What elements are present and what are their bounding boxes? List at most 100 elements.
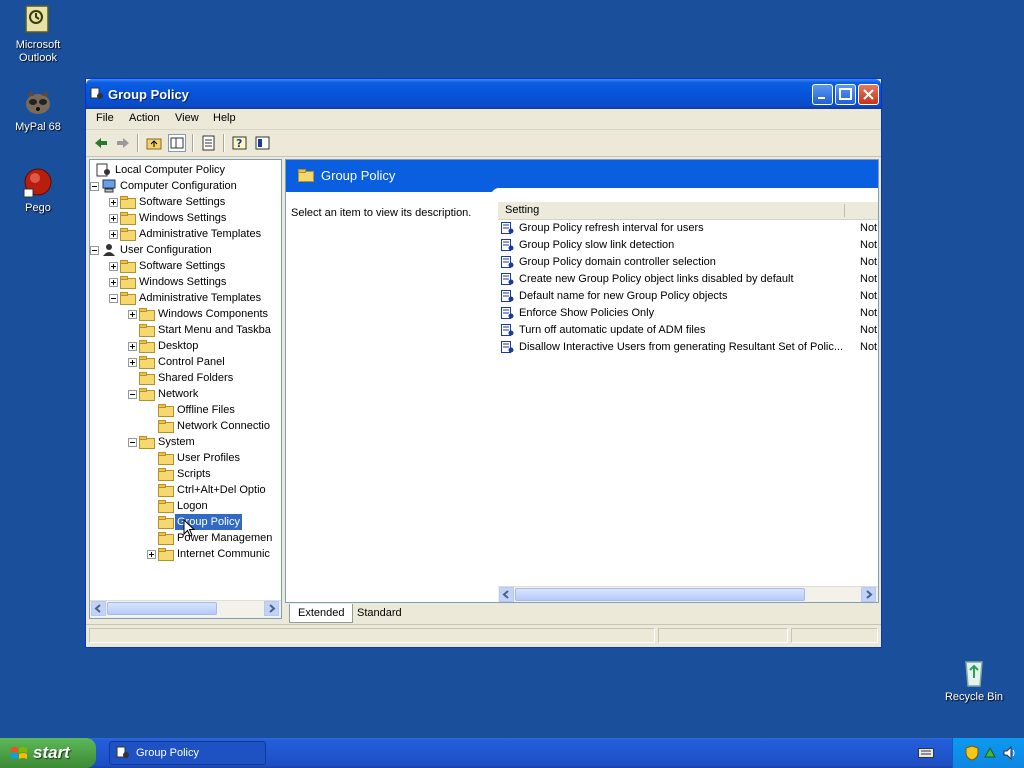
back-button[interactable] xyxy=(92,134,110,152)
tree-item[interactable]: System xyxy=(90,434,281,450)
expand-icon[interactable] xyxy=(109,198,118,207)
policy-setting-row[interactable]: Group Policy slow link detection Not xyxy=(498,237,878,254)
tree-item[interactable]: Offline Files xyxy=(90,402,281,418)
help-button[interactable]: ? xyxy=(231,134,249,152)
folder-icon xyxy=(139,355,155,369)
tab-extended[interactable]: Extended xyxy=(289,604,354,623)
collapse-icon[interactable] xyxy=(109,294,118,303)
column-setting[interactable]: Setting xyxy=(505,204,539,216)
forward-button[interactable] xyxy=(114,134,132,152)
tree-item[interactable]: Windows Settings xyxy=(90,210,281,226)
tree-item-label: Windows Settings xyxy=(139,212,227,224)
expand-icon[interactable] xyxy=(128,358,137,367)
menu-view[interactable]: View xyxy=(175,112,199,124)
tree-item-label: Desktop xyxy=(158,340,199,352)
desktop-icon-outlook[interactable]: Microsoft Outlook xyxy=(0,4,76,65)
tree-item[interactable]: Desktop xyxy=(90,338,281,354)
scroll-left-button[interactable] xyxy=(499,587,514,602)
policy-setting-row[interactable]: Create new Group Policy object links dis… xyxy=(498,271,878,288)
tree-item-label: User Profiles xyxy=(177,452,240,464)
tree-item[interactable]: User Profiles xyxy=(90,450,281,466)
policy-setting-icon xyxy=(501,239,514,252)
minimize-button[interactable] xyxy=(812,84,833,105)
tree-item[interactable]: Logon xyxy=(90,498,281,514)
properties-button[interactable] xyxy=(254,134,272,152)
user-icon xyxy=(101,243,117,257)
tree-item[interactable]: Internet Communic xyxy=(90,546,281,562)
scroll-right-button[interactable] xyxy=(861,587,876,602)
column-divider[interactable] xyxy=(844,204,845,217)
expand-icon[interactable] xyxy=(147,550,156,559)
close-button[interactable] xyxy=(858,84,879,105)
tree-item[interactable]: Ctrl+Alt+Del Optio xyxy=(90,482,281,498)
title-bar[interactable]: Group Policy xyxy=(86,79,881,109)
close-icon xyxy=(863,89,874,100)
collapse-icon[interactable] xyxy=(128,438,137,447)
policy-setting-row[interactable]: Group Policy refresh interval for users N… xyxy=(498,220,878,237)
tree-item[interactable]: Computer Configuration xyxy=(90,178,281,194)
policy-setting-row[interactable]: Default name for new Group Policy object… xyxy=(498,288,878,305)
keyboard-icon[interactable] xyxy=(918,747,934,759)
taskbar-button-group-policy[interactable]: Group Policy xyxy=(109,741,266,765)
menu-action[interactable]: Action xyxy=(129,112,160,124)
tree-pane[interactable]: Local Computer Policy Computer Configurat… xyxy=(89,159,282,619)
policy-setting-icon xyxy=(501,307,514,320)
menu-help[interactable]: Help xyxy=(213,112,236,124)
tree-item-label: Administrative Templates xyxy=(139,292,262,304)
policy-setting-row[interactable]: Enforce Show Policies Only Not xyxy=(498,305,878,322)
folder-icon xyxy=(120,227,136,241)
volume-icon[interactable] xyxy=(1002,745,1016,761)
tree-item[interactable]: Control Panel xyxy=(90,354,281,370)
tree-item[interactable]: Start Menu and Taskba xyxy=(90,322,281,338)
desktop-icon-pego[interactable]: Pego xyxy=(0,167,76,215)
tree-item[interactable]: Software Settings xyxy=(90,194,281,210)
tree-item[interactable]: Software Settings xyxy=(90,258,281,274)
tree-item-label: Windows Components xyxy=(158,308,269,320)
collapse-icon[interactable] xyxy=(128,390,137,399)
recycle-bin-icon xyxy=(958,656,990,688)
folder-icon xyxy=(158,515,174,529)
tab-standard[interactable]: Standard xyxy=(349,604,410,622)
computer-policy-icon xyxy=(96,163,112,177)
tree-item[interactable]: Network xyxy=(90,386,281,402)
tree-item[interactable]: Windows Settings xyxy=(90,274,281,290)
policy-setting-row[interactable]: Turn off automatic update of ADM files No… xyxy=(498,322,878,339)
tree-horizontal-scrollbar[interactable] xyxy=(90,600,281,618)
network-icon[interactable] xyxy=(983,745,997,761)
expand-icon[interactable] xyxy=(128,342,137,351)
tree-item[interactable]: Shared Folders xyxy=(90,370,281,386)
start-button[interactable]: start xyxy=(0,738,96,768)
expand-icon[interactable] xyxy=(109,230,118,239)
tree-item[interactable]: Administrative Templates xyxy=(90,226,281,242)
security-shield-icon[interactable] xyxy=(965,745,979,761)
help-icon: ? xyxy=(232,136,247,150)
expand-icon[interactable] xyxy=(109,278,118,287)
desktop-icon-recycle-bin[interactable]: Recycle Bin xyxy=(936,656,1012,704)
show-hide-tree-button[interactable] xyxy=(168,134,186,152)
tree-item[interactable]: Network Connectio xyxy=(90,418,281,434)
collapse-icon[interactable] xyxy=(90,246,99,255)
expand-icon[interactable] xyxy=(128,310,137,319)
tree-item[interactable]: Scripts xyxy=(90,466,281,482)
maximize-button[interactable] xyxy=(835,84,856,105)
expand-icon[interactable] xyxy=(109,262,118,271)
details-horizontal-scrollbar[interactable] xyxy=(498,586,878,602)
expand-icon[interactable] xyxy=(109,214,118,223)
menu-file[interactable]: File xyxy=(96,112,114,124)
tree-item[interactable]: Local Computer Policy xyxy=(90,162,281,178)
taskbar: start Group Policy xyxy=(0,738,1024,768)
scroll-right-button[interactable] xyxy=(264,601,279,616)
tree-item[interactable]: Administrative Templates xyxy=(90,290,281,306)
export-list-button[interactable] xyxy=(200,134,218,152)
scroll-thumb[interactable] xyxy=(515,588,805,601)
scroll-left-button[interactable] xyxy=(91,601,106,616)
tree-item[interactable]: Windows Components xyxy=(90,306,281,322)
collapse-icon[interactable] xyxy=(90,182,99,191)
up-one-level-button[interactable] xyxy=(145,134,163,152)
scroll-thumb[interactable] xyxy=(107,602,217,615)
policy-setting-row[interactable]: Disallow Interactive Users from generati… xyxy=(498,339,878,356)
chevron-left-icon xyxy=(94,604,101,613)
tree-item[interactable]: User Configuration xyxy=(90,242,281,258)
policy-setting-row[interactable]: Group Policy domain controller selection… xyxy=(498,254,878,271)
desktop-icon-mypal[interactable]: MyPal 68 xyxy=(0,86,76,134)
